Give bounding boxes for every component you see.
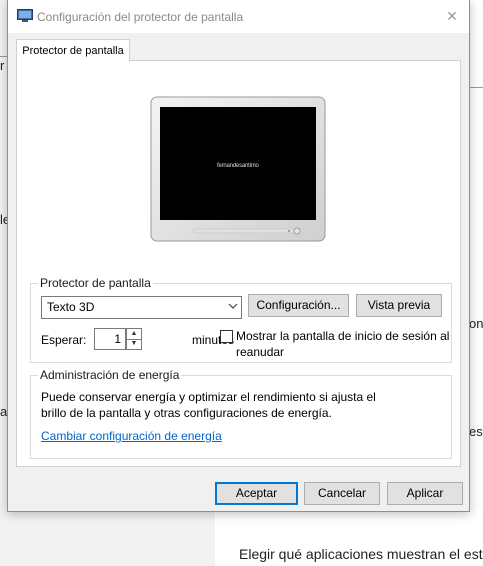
accept-button[interactable]: Aceptar (215, 482, 298, 505)
title-bar[interactable]: Configuración del protector de pantalla … (8, 0, 469, 33)
display-settings-icon (17, 9, 33, 22)
logon-screen-checkbox[interactable] (220, 330, 233, 343)
preview-text: fernandesantimo (217, 163, 259, 169)
logon-screen-checkbox-label[interactable]: Mostrar la pantalla de inicio de sesión … (236, 329, 449, 343)
cancel-button[interactable]: Cancelar (304, 482, 380, 505)
wait-minutes-spinner[interactable]: ▲ ▼ (126, 328, 142, 350)
background-text: Elegir qué aplicaciones muestran el esta (239, 546, 483, 562)
close-button[interactable]: ✕ (435, 0, 469, 33)
background-divider (468, 87, 483, 88)
monitor-preview (150, 96, 326, 242)
screensaver-settings-dialog: Configuración del protector de pantalla … (7, 0, 470, 512)
screensaver-group-label: Protector de pantalla (38, 276, 153, 290)
spin-down-icon[interactable]: ▼ (127, 339, 141, 349)
chevron-down-icon (228, 299, 238, 316)
wait-label: Esperar: (41, 333, 87, 347)
background-text-fragment: on (469, 316, 483, 331)
power-group-label: Administración de energía (38, 368, 182, 382)
preview-button[interactable]: Vista previa (356, 294, 442, 317)
wait-minutes-input[interactable]: 1 (94, 328, 126, 350)
power-description: brillo de la pantalla y otras configurac… (41, 406, 332, 420)
background-text-fragment: est (469, 424, 483, 439)
tab-screensaver[interactable]: Protector de pantalla (16, 39, 130, 62)
screensaver-settings-button[interactable]: Configuración... (248, 294, 349, 317)
wait-minutes-value: 1 (114, 332, 121, 346)
logon-screen-checkbox-label[interactable]: reanudar (236, 345, 284, 359)
close-icon: ✕ (446, 8, 458, 24)
change-power-settings-link[interactable]: Cambiar configuración de energía (41, 429, 222, 443)
dialog-title: Configuración del protector de pantalla (37, 10, 244, 24)
screensaver-select[interactable]: Texto 3D (41, 296, 242, 319)
screensaver-select-value: Texto 3D (47, 300, 95, 314)
apply-button[interactable]: Aplicar (387, 482, 463, 505)
background-text-fragment: r (0, 58, 5, 73)
power-description: Puede conservar energía y optimizar el r… (41, 390, 376, 404)
